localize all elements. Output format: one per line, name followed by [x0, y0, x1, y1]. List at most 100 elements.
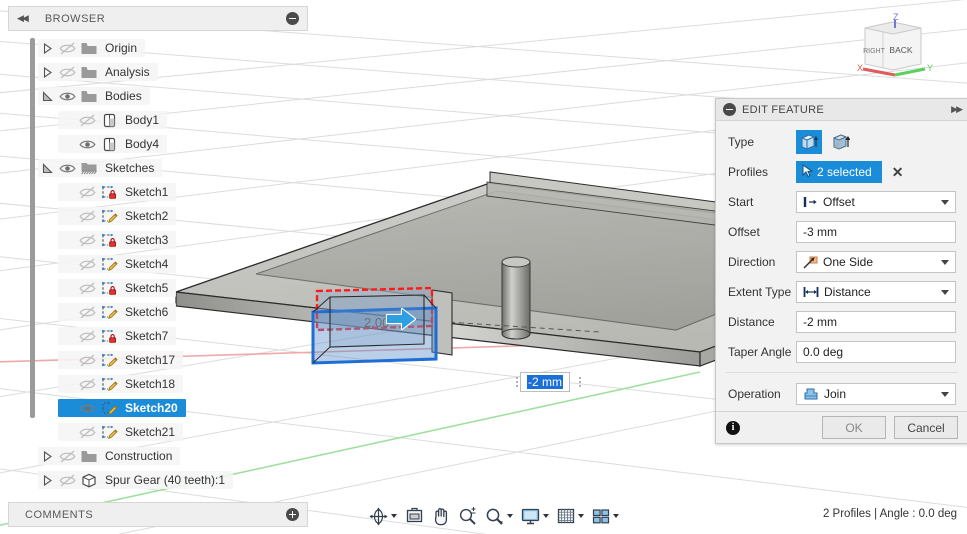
tree-item-chip[interactable]: Sketch18 — [58, 375, 184, 393]
chevron-down-icon[interactable] — [613, 514, 619, 518]
tree-item-chip[interactable]: Sketch3 — [58, 231, 177, 249]
eye-hidden-icon[interactable] — [76, 279, 98, 297]
chevron-down-icon[interactable] — [543, 514, 549, 518]
zoom-window-tool[interactable] — [481, 503, 517, 529]
cancel-button[interactable]: Cancel — [894, 416, 958, 439]
profiles-select-button[interactable]: 2 selected — [796, 161, 882, 183]
tree-item-sketch20[interactable]: Sketch20 — [8, 396, 308, 420]
comments-header[interactable]: COMMENTS — [8, 502, 308, 527]
plus-circle-icon[interactable] — [286, 508, 299, 521]
tree-item-sketches[interactable]: Sketches — [8, 156, 308, 180]
expand-toggle-icon[interactable] — [38, 471, 56, 489]
expand-toggle-icon[interactable] — [38, 447, 56, 465]
tree-item-chip[interactable]: Construction — [38, 447, 181, 465]
browser-header[interactable]: ◀◀ BROWSER — [8, 6, 308, 31]
minus-circle-icon[interactable] — [286, 12, 299, 25]
orbit-tool[interactable] — [365, 503, 401, 529]
viewports[interactable] — [588, 503, 623, 529]
tree-item-chip[interactable]: Body4 — [58, 135, 168, 153]
tree-item-chip[interactable]: Spur Gear (40 teeth):1 — [38, 471, 234, 489]
expand-toggle-icon[interactable] — [38, 87, 56, 105]
chevron-down-icon[interactable] — [941, 391, 949, 397]
eye-hidden-icon[interactable] — [76, 111, 98, 129]
collapse-left-icon[interactable]: ◀◀ — [17, 13, 29, 24]
tree-item-sketch18[interactable]: Sketch18 — [8, 372, 308, 396]
eye-visible-icon[interactable] — [76, 399, 98, 417]
eye-hidden-icon[interactable] — [76, 255, 98, 273]
eye-visible-icon[interactable] — [76, 135, 98, 153]
tree-item-chip[interactable]: Sketch20 — [58, 399, 186, 417]
eye-hidden-icon[interactable] — [76, 183, 98, 201]
manipulator-field[interactable]: -2 mm — [520, 372, 570, 392]
tree-item-body4[interactable]: Body4 — [8, 132, 308, 156]
tree-item-chip[interactable]: Sketch2 — [58, 207, 177, 225]
info-icon[interactable]: i — [726, 420, 740, 435]
taper-angle-input[interactable]: 0.0 deg — [796, 341, 956, 363]
tree-item-chip[interactable]: Sketch5 — [58, 279, 177, 297]
chevron-down-icon[interactable] — [578, 514, 584, 518]
offset-input[interactable]: -3 mm — [796, 221, 956, 243]
eye-hidden-icon[interactable] — [76, 303, 98, 321]
tree-item-bodies[interactable]: Bodies — [8, 84, 308, 108]
eye-hidden-icon[interactable] — [76, 207, 98, 225]
manipulator-input[interactable]: -2 mm — [513, 372, 583, 392]
eye-hidden-icon[interactable] — [76, 327, 98, 345]
edit-feature-header[interactable]: EDIT FEATURE ▶▶ — [716, 99, 967, 121]
tree-item-origin[interactable]: Origin — [8, 36, 308, 60]
eye-hidden-icon[interactable] — [76, 351, 98, 369]
tree-item-chip[interactable]: Origin — [38, 39, 146, 57]
extrude-profile-icon[interactable] — [796, 130, 822, 154]
chevron-down-icon[interactable] — [391, 514, 397, 518]
tree-item-chip[interactable]: Sketch1 — [58, 183, 177, 201]
eye-hidden-icon[interactable] — [76, 423, 98, 441]
eye-hidden-icon[interactable] — [76, 375, 98, 393]
eye-hidden-icon[interactable] — [56, 63, 78, 81]
tree-item-chip[interactable]: Sketch17 — [58, 351, 184, 369]
tree-item-sketch4[interactable]: Sketch4 — [8, 252, 308, 276]
expand-toggle-icon[interactable] — [38, 63, 56, 81]
minus-circle-icon[interactable] — [723, 103, 736, 116]
tree-item-chip[interactable]: Sketches — [38, 159, 163, 177]
tree-item-chip[interactable]: Sketch7 — [58, 327, 177, 345]
eye-visible-icon[interactable] — [56, 87, 78, 105]
tree-item-chip[interactable]: Body1 — [58, 111, 168, 129]
tree-item-sketch3[interactable]: Sketch3 — [8, 228, 308, 252]
chevron-down-icon[interactable] — [507, 514, 513, 518]
direction-dropdown[interactable]: One Side — [796, 251, 956, 273]
drag-grip-icon[interactable] — [513, 373, 520, 391]
tree-item-sketch5[interactable]: Sketch5 — [8, 276, 308, 300]
browser-tree[interactable]: Origin Analysis Bodies Body1 Body4 Sketches Sk… — [8, 36, 308, 496]
display-settings[interactable] — [517, 503, 553, 529]
extent-type-dropdown[interactable]: Distance — [796, 281, 956, 303]
tree-item-chip[interactable]: Sketch4 — [58, 255, 177, 273]
tree-item-sketch6[interactable]: Sketch6 — [8, 300, 308, 324]
tree-item-body1[interactable]: Body1 — [8, 108, 308, 132]
manipulator-options-icon[interactable] — [576, 373, 583, 391]
expand-right-icon[interactable]: ▶▶ — [951, 104, 963, 115]
tree-item-sketch7[interactable]: Sketch7 — [8, 324, 308, 348]
tree-item-sketch17[interactable]: Sketch17 — [8, 348, 308, 372]
eye-visible-icon[interactable] — [56, 159, 78, 177]
expand-toggle-icon[interactable] — [38, 39, 56, 57]
eye-hidden-icon[interactable] — [56, 39, 78, 57]
tree-item-sketch1[interactable]: Sketch1 — [8, 180, 308, 204]
look-at-tool[interactable] — [401, 503, 428, 529]
expand-toggle-icon[interactable] — [38, 159, 56, 177]
view-navigation-bar[interactable] — [365, 502, 623, 530]
eye-hidden-icon[interactable] — [76, 231, 98, 249]
edit-feature-dialog[interactable]: EDIT FEATURE ▶▶ Type Profiles 2 selected… — [715, 98, 967, 444]
ok-button[interactable]: OK — [822, 416, 886, 439]
pan-tool[interactable] — [428, 503, 454, 529]
tree-item-chip[interactable]: Bodies — [38, 87, 150, 105]
grid-snaps[interactable] — [553, 503, 588, 529]
start-dropdown[interactable]: Offset — [796, 191, 956, 213]
tree-item-chip[interactable]: Analysis — [38, 63, 158, 81]
tree-item-chip[interactable]: Sketch21 — [58, 423, 184, 441]
x-icon[interactable]: ✕ — [892, 165, 904, 179]
tree-item-analysis[interactable]: Analysis — [8, 60, 308, 84]
chevron-down-icon[interactable] — [941, 259, 949, 265]
eye-hidden-icon[interactable] — [56, 447, 78, 465]
tree-item-sketch21[interactable]: Sketch21 — [8, 420, 308, 444]
operation-dropdown[interactable]: Join — [796, 383, 956, 405]
chevron-down-icon[interactable] — [941, 199, 949, 205]
